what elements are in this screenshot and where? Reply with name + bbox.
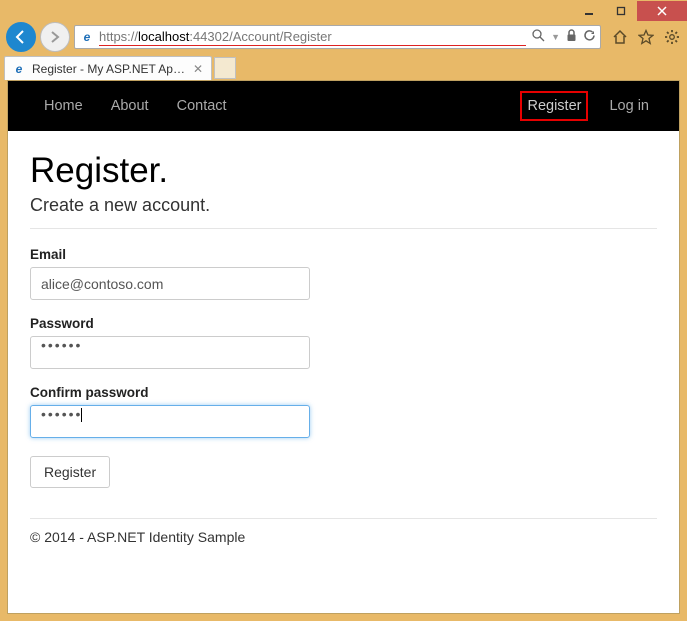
- ie-favicon-icon: e: [11, 61, 27, 77]
- settings-gear-icon[interactable]: [663, 28, 681, 46]
- window-maximize-button[interactable]: [605, 1, 637, 21]
- divider: [30, 228, 657, 229]
- site-navbar: Home About Contact Register Log in: [8, 81, 679, 131]
- email-label: Email: [30, 247, 657, 262]
- new-tab-button[interactable]: [214, 57, 236, 79]
- nav-contact[interactable]: Contact: [177, 98, 227, 114]
- text-caret: [81, 408, 82, 422]
- address-bar[interactable]: e https://localhost:44302/Account/Regist…: [74, 25, 601, 49]
- search-dropdown-icon[interactable]: ▼: [551, 32, 560, 42]
- register-button[interactable]: Register: [30, 456, 110, 488]
- browser-toolbar: e https://localhost:44302/Account/Regist…: [0, 22, 687, 52]
- password-field[interactable]: ••••••: [30, 336, 310, 369]
- window-titlebar: [0, 0, 687, 22]
- tab-title: Register - My ASP.NET App...: [32, 62, 187, 76]
- ie-favicon-icon: e: [79, 29, 95, 45]
- footer-text: © 2014 - ASP.NET Identity Sample: [30, 529, 657, 545]
- page-subtitle: Create a new account.: [30, 195, 657, 216]
- tab-strip: e Register - My ASP.NET App... ✕: [0, 52, 687, 80]
- page-viewport: Home About Contact Register Log in Regis…: [7, 80, 680, 614]
- back-button[interactable]: [6, 22, 36, 52]
- nav-about[interactable]: About: [111, 98, 149, 114]
- nav-home[interactable]: Home: [44, 98, 83, 114]
- home-icon[interactable]: [611, 28, 629, 46]
- password-label: Password: [30, 316, 657, 331]
- forward-button[interactable]: [40, 22, 70, 52]
- window-close-button[interactable]: [637, 1, 687, 21]
- email-field[interactable]: [30, 267, 310, 300]
- search-icon[interactable]: [532, 29, 545, 45]
- address-url: https://localhost:44302/Account/Register: [99, 28, 526, 46]
- favorites-icon[interactable]: [637, 28, 655, 46]
- page-heading: Register.: [30, 151, 657, 191]
- confirm-password-label: Confirm password: [30, 385, 657, 400]
- tab-close-icon[interactable]: ✕: [193, 62, 203, 76]
- lock-icon: [566, 29, 577, 45]
- nav-register[interactable]: Register: [527, 98, 581, 114]
- confirm-password-field[interactable]: ••••••: [30, 405, 310, 438]
- window-minimize-button[interactable]: [573, 1, 605, 21]
- nav-login[interactable]: Log in: [609, 98, 649, 114]
- browser-tab[interactable]: e Register - My ASP.NET App... ✕: [4, 56, 212, 80]
- divider: [30, 518, 657, 519]
- refresh-icon[interactable]: [583, 29, 596, 45]
